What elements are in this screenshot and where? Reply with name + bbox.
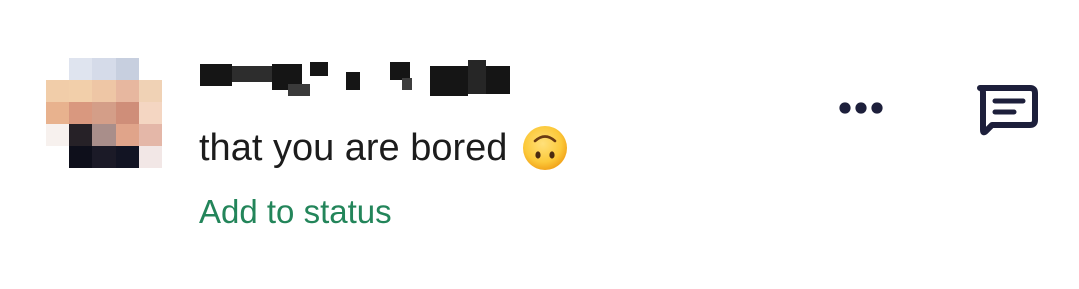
- more-horizontal-icon: [839, 102, 883, 114]
- upside-down-face-emoji-icon: [523, 126, 568, 170]
- avatar[interactable]: [46, 58, 162, 168]
- status-list-item[interactable]: that you are bored Add to status: [0, 0, 1079, 289]
- status-caption-text: that you are bored: [199, 127, 508, 169]
- contact-name-redacted: [200, 58, 512, 98]
- status-caption: that you are bored: [199, 124, 569, 172]
- message-icon: [977, 85, 1038, 136]
- more-options-button[interactable]: [830, 86, 892, 130]
- reply-message-button[interactable]: [970, 80, 1040, 140]
- add-to-status-link[interactable]: Add to status: [199, 192, 392, 232]
